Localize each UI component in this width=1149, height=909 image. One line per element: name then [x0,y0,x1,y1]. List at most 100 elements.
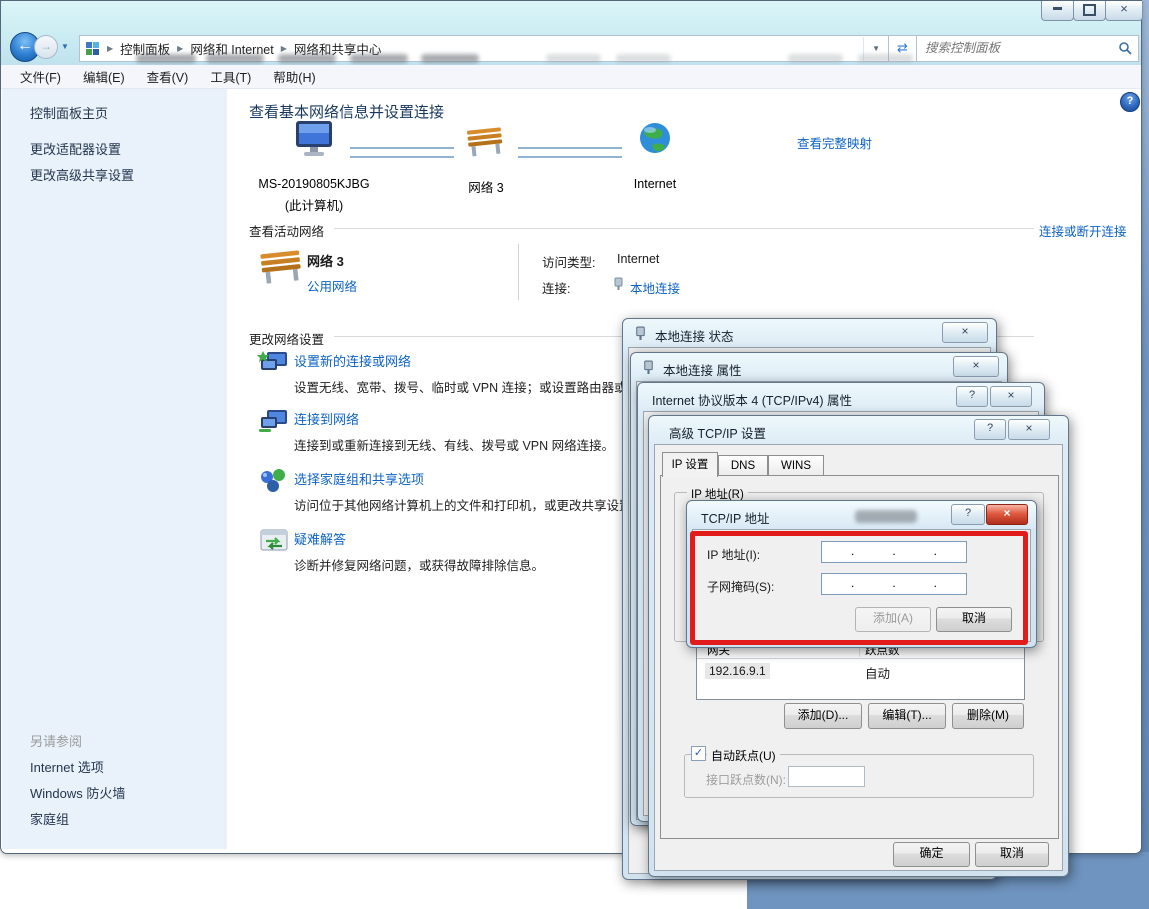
connect-to-network-link[interactable]: 连接到网络 [294,409,359,428]
troubleshoot-link[interactable]: 疑难解答 [294,529,346,548]
setup-new-connection-link[interactable]: 设置新的连接或网络 [294,351,411,370]
close-button[interactable]: × [1008,419,1050,440]
forward-icon: → [40,39,52,53]
redacted-text [136,54,196,63]
help-icon: ? [969,389,975,401]
search-input[interactable] [923,38,1107,58]
connection-plug-icon [642,360,655,375]
sidebar-item-homegroup[interactable]: 家庭组 [30,809,69,828]
sidebar-item-change-adapter-settings[interactable]: 更改适配器设置 [30,139,121,158]
map-connector [350,147,454,158]
redacted-text [278,54,336,63]
ip-octet-separator: . [934,542,937,562]
ip-octet-separator: . [934,574,937,594]
gateway-list[interactable]: 网关 跃点数 192.16.9.1 自动 [696,640,1025,700]
dialog-title: TCP/IP 地址 [701,508,770,527]
homegroup-options-desc: 访问位于其他网络计算机上的文件和打印机，或更改共享设置。 [294,495,644,514]
subnet-mask-field[interactable]: . . . [821,573,967,595]
ip-octet-separator: . [892,574,895,594]
subnet-mask-label: 子网掩码(S): [707,578,774,595]
gateway-remove-button[interactable]: 删除(M) [952,703,1024,729]
menu-tools[interactable]: 工具(T) [199,67,262,86]
metric-cell[interactable]: 自动 [865,663,890,682]
breadcrumb-separator-icon: ▶ [274,44,294,53]
minimize-button[interactable] [1041,1,1074,21]
dialog-title: 本地连接 属性 [663,360,741,379]
redacted-text [421,54,479,63]
interface-metric-label: 接口跃点数(N): [706,771,786,788]
menu-help[interactable]: 帮助(H) [262,67,326,86]
new-connection-icon[interactable] [257,349,291,377]
auto-metric-checkbox[interactable]: ✓ [691,746,706,761]
close-button[interactable]: × [990,386,1032,407]
screen: × ← → ▼ ▶ 控制面板 ▶ 网络和 Internet ▶ 网络和共享中心 … [0,0,1149,909]
redacted-text [788,54,843,63]
help-button[interactable]: ? [974,419,1006,440]
close-button[interactable]: × [942,322,988,343]
page-title: 查看基本网络信息并设置连接 [249,101,444,122]
forward-button[interactable]: → [34,35,58,59]
ip-address-field[interactable]: . . . [821,541,967,563]
local-connection-link[interactable]: 本地连接 [630,278,680,297]
menu-edit[interactable]: 编辑(E) [72,67,136,86]
add-button[interactable]: 添加(A) [855,607,931,632]
dialog-title: 本地连接 状态 [655,326,733,345]
maximize-button[interactable] [1073,1,1106,21]
interface-metric-field[interactable] [788,766,865,787]
menu-bar: 文件(F) 编辑(E) 查看(V) 工具(T) 帮助(H) [1,65,1141,89]
sidebar-item-windows-firewall[interactable]: Windows 防火墙 [30,783,125,802]
gateway-add-button[interactable]: 添加(D)... [784,703,862,729]
close-button[interactable]: × [986,504,1028,525]
help-icon[interactable]: ? [1120,92,1140,112]
ok-button[interactable]: 确定 [893,842,970,867]
gateway-edit-button[interactable]: 编辑(T)... [868,703,946,729]
change-settings-header: 更改网络设置 [249,329,324,348]
connection-plug-icon [634,326,647,341]
menu-file[interactable]: 文件(F) [9,67,72,86]
redacted-text [206,54,264,63]
connection-plug-icon [613,277,624,291]
sidebar-item-internet-options[interactable]: Internet 选项 [30,757,104,776]
close-icon: × [1007,388,1014,402]
auto-metric-label: 自动跃点(U) [707,747,780,764]
sidebar-item-change-sharing-settings[interactable]: 更改高级共享设置 [30,165,134,184]
gateway-cell[interactable]: 192.16.9.1 [705,663,770,679]
menu-view[interactable]: 查看(V) [136,67,200,86]
search-box[interactable] [916,35,1139,62]
dialog-title: Internet 协议版本 4 (TCP/IPv4) 属性 [652,390,852,409]
tab-ip-settings[interactable]: IP 设置 [662,452,718,477]
sidebar-item-control-panel-home[interactable]: 控制面板主页 [30,103,108,122]
close-button[interactable]: × [953,356,999,377]
active-network-name: 网络 3 [307,251,344,270]
access-type-label: 访问类型: [542,252,595,271]
cancel-button[interactable]: 取消 [975,842,1049,867]
redacted-text [855,510,917,523]
sidebar: 控制面板主页 更改适配器设置 更改高级共享设置 另请参阅 Internet 选项… [2,89,227,849]
computer-icon[interactable] [290,119,338,161]
troubleshoot-icon[interactable] [257,527,291,555]
homegroup-options-link[interactable]: 选择家庭组和共享选项 [294,469,424,488]
tab-wins[interactable]: WINS [768,455,824,477]
nav-dropdown-icon[interactable]: ▼ [61,42,69,51]
connect-to-network-icon[interactable] [257,407,291,435]
control-panel-icon [86,42,100,56]
network-icon[interactable] [464,125,506,157]
view-full-map-link[interactable]: 查看完整映射 [797,133,872,152]
ip-octet-separator: . [851,574,854,594]
cancel-button[interactable]: 取消 [936,607,1012,632]
public-network-link[interactable]: 公用网络 [307,276,357,295]
tcpip-address-dialog: TCP/IP 地址 ? × IP 地址(I): . . . 子网掩码(S): .… [686,500,1037,648]
homegroup-icon[interactable] [257,467,291,495]
computer-name-label: MS-20190805KJBG [242,177,386,191]
ip-address-label: IP 地址(I): [707,546,760,563]
tab-dns[interactable]: DNS [718,455,768,477]
help-icon: ? [987,422,993,434]
breadcrumb[interactable]: ▶ 控制面板 ▶ 网络和 Internet ▶ 网络和共享中心 ▼ [79,35,889,62]
connect-disconnect-link[interactable]: 连接或断开连接 [1039,221,1127,240]
help-button[interactable]: ? [951,504,985,525]
internet-globe-icon[interactable] [638,121,672,155]
close-button[interactable]: × [1105,1,1143,21]
help-button[interactable]: ? [956,386,988,407]
refresh-icon: ⇄ [897,40,908,55]
close-icon: × [1025,421,1032,435]
